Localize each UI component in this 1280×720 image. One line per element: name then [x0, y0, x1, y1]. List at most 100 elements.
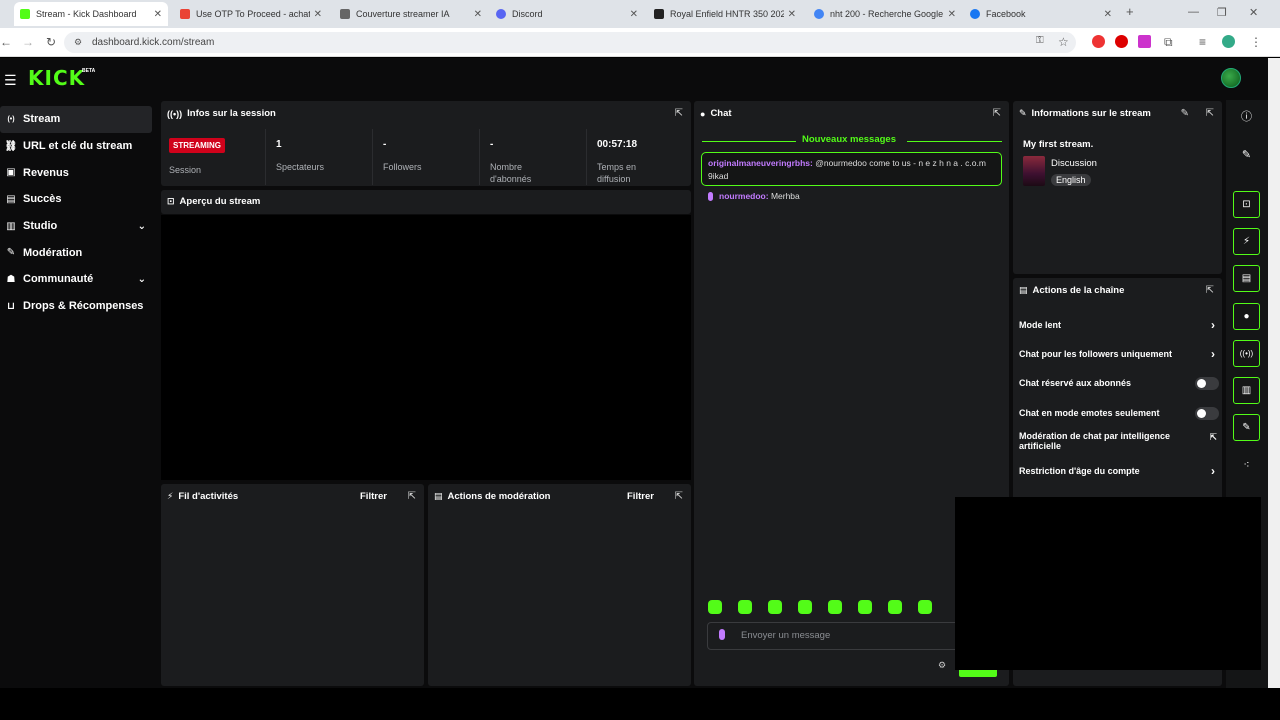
moderation-actions-panel: ▤ Actions de modération Filtrer ⇱	[428, 484, 691, 686]
bookmark-star-icon[interactable]: ☆	[1058, 35, 1069, 49]
info-icon[interactable]: ⓘ	[1233, 104, 1260, 131]
session-toggle-icon[interactable]: ((•))	[1233, 340, 1260, 367]
edit-pencil-icon[interactable]: ✎	[1233, 142, 1260, 169]
sidebar-item-url-key[interactable]: ⛓ URL et clé du stream	[0, 133, 152, 160]
emote-icon[interactable]	[888, 600, 902, 614]
money-icon: ▣	[6, 167, 16, 179]
browser-tab-kick[interactable]: Stream - Kick Dashboard ✕	[14, 2, 168, 26]
activity-toggle-icon[interactable]: ⚡	[1233, 228, 1260, 255]
chat-toggle-icon[interactable]: ●	[1233, 303, 1260, 330]
browser-tab-gmail[interactable]: Use OTP To Proceed - achataoui ✕	[174, 2, 328, 26]
popout-icon[interactable]: ⇱	[993, 108, 1001, 119]
stat-uptime: 00:57:18 Temps en diffusion	[586, 129, 691, 185]
panel-title: Chat	[710, 108, 732, 119]
popout-icon[interactable]: ⇱	[1206, 285, 1214, 296]
preview-toggle-icon[interactable]: ⊡	[1233, 191, 1260, 218]
kick-logo[interactable]: KICK	[28, 66, 85, 90]
action-followers-only[interactable]: Chat pour les followers uniquement ›	[1019, 347, 1219, 361]
user-avatar[interactable]	[1221, 68, 1241, 88]
channel-actions-toggle-icon[interactable]: ▥	[1233, 377, 1260, 404]
close-tab-icon[interactable]: ✕	[154, 9, 162, 20]
action-ai-moderation[interactable]: Modération de chat par intelligence arti…	[1019, 431, 1217, 451]
extensions-puzzle-icon[interactable]: ⧉	[1164, 35, 1173, 50]
profile-avatar-icon[interactable]	[1222, 35, 1235, 48]
maximize-icon[interactable]: ❐	[1217, 6, 1227, 19]
sidebar: (•) Stream ⛓ URL et clé du stream ▣ Reve…	[0, 106, 152, 320]
close-tab-icon[interactable]: ✕	[630, 9, 638, 20]
reading-list-icon[interactable]: ≡	[1199, 35, 1206, 49]
language-tag: English	[1051, 174, 1091, 186]
emote-icon[interactable]	[798, 600, 812, 614]
sidebar-item-revenus[interactable]: ▣ Revenus	[0, 159, 152, 186]
site-info-icon[interactable]: ⚙	[74, 37, 82, 48]
action-age-restriction[interactable]: Restriction d'âge du compte ›	[1019, 464, 1219, 478]
action-slow-mode[interactable]: Mode lent ›	[1019, 318, 1219, 332]
drops-icon: ⊔	[7, 300, 15, 312]
chat-username[interactable]: originalmaneuveringrbhs:	[708, 158, 813, 168]
popout-icon[interactable]: ⇱	[675, 108, 683, 119]
close-tab-icon[interactable]: ✕	[474, 9, 482, 20]
address-bar: ← → ↻ dashboard.kick.com/stream ⚙ ⚿ ☆ ⧉ …	[0, 28, 1280, 57]
stat-followers: - Followers	[372, 129, 479, 185]
emote-icon[interactable]	[828, 600, 842, 614]
sidebar-item-drops[interactable]: ⊔ Drops & Récompenses	[0, 293, 152, 320]
sidebar-item-studio[interactable]: ▥ Studio ⌄	[0, 213, 152, 240]
popout-icon[interactable]: ⇱	[408, 491, 416, 502]
browser-tab-facebook[interactable]: Facebook ✕	[964, 2, 1118, 26]
sidebar-item-stream[interactable]: (•) Stream	[0, 106, 152, 133]
subscribers-only-toggle[interactable]	[1195, 377, 1219, 390]
edit-pencil-icon[interactable]: ✎	[1181, 108, 1189, 119]
filter-button[interactable]: Filtrer	[627, 491, 654, 502]
popout-icon[interactable]: ⇱	[1206, 108, 1214, 119]
chat-message[interactable]: nourmedoo: Merhba	[708, 191, 800, 202]
password-key-icon[interactable]: ⚿	[1036, 35, 1044, 46]
back-icon[interactable]: ←	[0, 35, 12, 49]
close-tab-icon[interactable]: ✕	[948, 9, 956, 20]
sidebar-item-communaute[interactable]: ☗ Communauté ⌄	[0, 266, 152, 293]
new-tab-icon[interactable]: +	[1126, 4, 1134, 19]
browser-tab-couverture[interactable]: Couverture streamer IA ✕	[334, 2, 488, 26]
sidebar-item-succes[interactable]: ▤ Succès	[0, 186, 152, 213]
emotes-only-toggle[interactable]	[1195, 407, 1219, 420]
adblock-extension-icon[interactable]	[1092, 35, 1105, 48]
activity-feed-panel: ⚡ Fil d'activités Filtrer ⇱	[161, 484, 424, 686]
close-tab-icon[interactable]: ✕	[1104, 9, 1112, 20]
close-tab-icon[interactable]: ✕	[788, 9, 796, 20]
people-icon: ☗	[6, 273, 16, 285]
stream-preview-header: ⊡ Aperçu du stream	[161, 190, 691, 214]
chat-message[interactable]: originalmaneuveringrbhs: @nourmedoo come…	[701, 152, 1002, 186]
emote-icon[interactable]	[918, 600, 932, 614]
minimize-icon[interactable]: —	[1188, 6, 1199, 18]
forward-icon[interactable]: →	[22, 35, 34, 49]
broadcast-extension-icon[interactable]	[1138, 35, 1151, 48]
filter-button[interactable]: Filtrer	[360, 491, 387, 502]
layout-dots-icon[interactable]: ⁖	[1233, 452, 1260, 479]
chevron-right-icon: ›	[1211, 347, 1215, 361]
chat-settings-gear-icon[interactable]: ⚙	[938, 660, 946, 671]
reload-icon[interactable]: ↻	[46, 35, 56, 49]
close-window-icon[interactable]: ✕	[1249, 6, 1258, 19]
emote-icon[interactable]	[858, 600, 872, 614]
browser-tab-google[interactable]: nht 200 - Recherche Google ✕	[808, 2, 962, 26]
opera-extension-icon[interactable]	[1115, 35, 1128, 48]
browser-menu-icon[interactable]: ⋮	[1250, 35, 1262, 49]
new-messages-divider[interactable]: Nouveaux messages	[702, 134, 1002, 148]
popout-icon[interactable]: ⇱	[675, 491, 683, 502]
hamburger-menu-icon[interactable]: ☰	[4, 72, 17, 89]
moderation-log-toggle-icon[interactable]: ▤	[1233, 265, 1260, 292]
chat-message-input[interactable]: Envoyer un message	[707, 622, 967, 650]
browser-tab-discord[interactable]: Discord ✕	[490, 2, 644, 26]
close-tab-icon[interactable]: ✕	[314, 9, 322, 20]
browser-tab-royal-enfield[interactable]: Royal Enfield HNTR 350 2026 m ✕	[648, 2, 802, 26]
emote-icon[interactable]	[768, 600, 782, 614]
page-scrollbar[interactable]	[1268, 58, 1280, 688]
chat-username[interactable]: nourmedoo:	[719, 191, 769, 201]
trophy-icon: ▤	[6, 193, 16, 205]
url-input[interactable]: dashboard.kick.com/stream	[64, 32, 1076, 53]
stream-preview-video[interactable]	[161, 215, 691, 480]
stream-info-toggle-icon[interactable]: ✎	[1233, 414, 1260, 441]
sidebar-item-moderation[interactable]: ✎ Modération	[0, 239, 152, 266]
emote-icon[interactable]	[738, 600, 752, 614]
broadcast-icon: ((•))	[167, 108, 183, 119]
emote-icon[interactable]	[708, 600, 722, 614]
